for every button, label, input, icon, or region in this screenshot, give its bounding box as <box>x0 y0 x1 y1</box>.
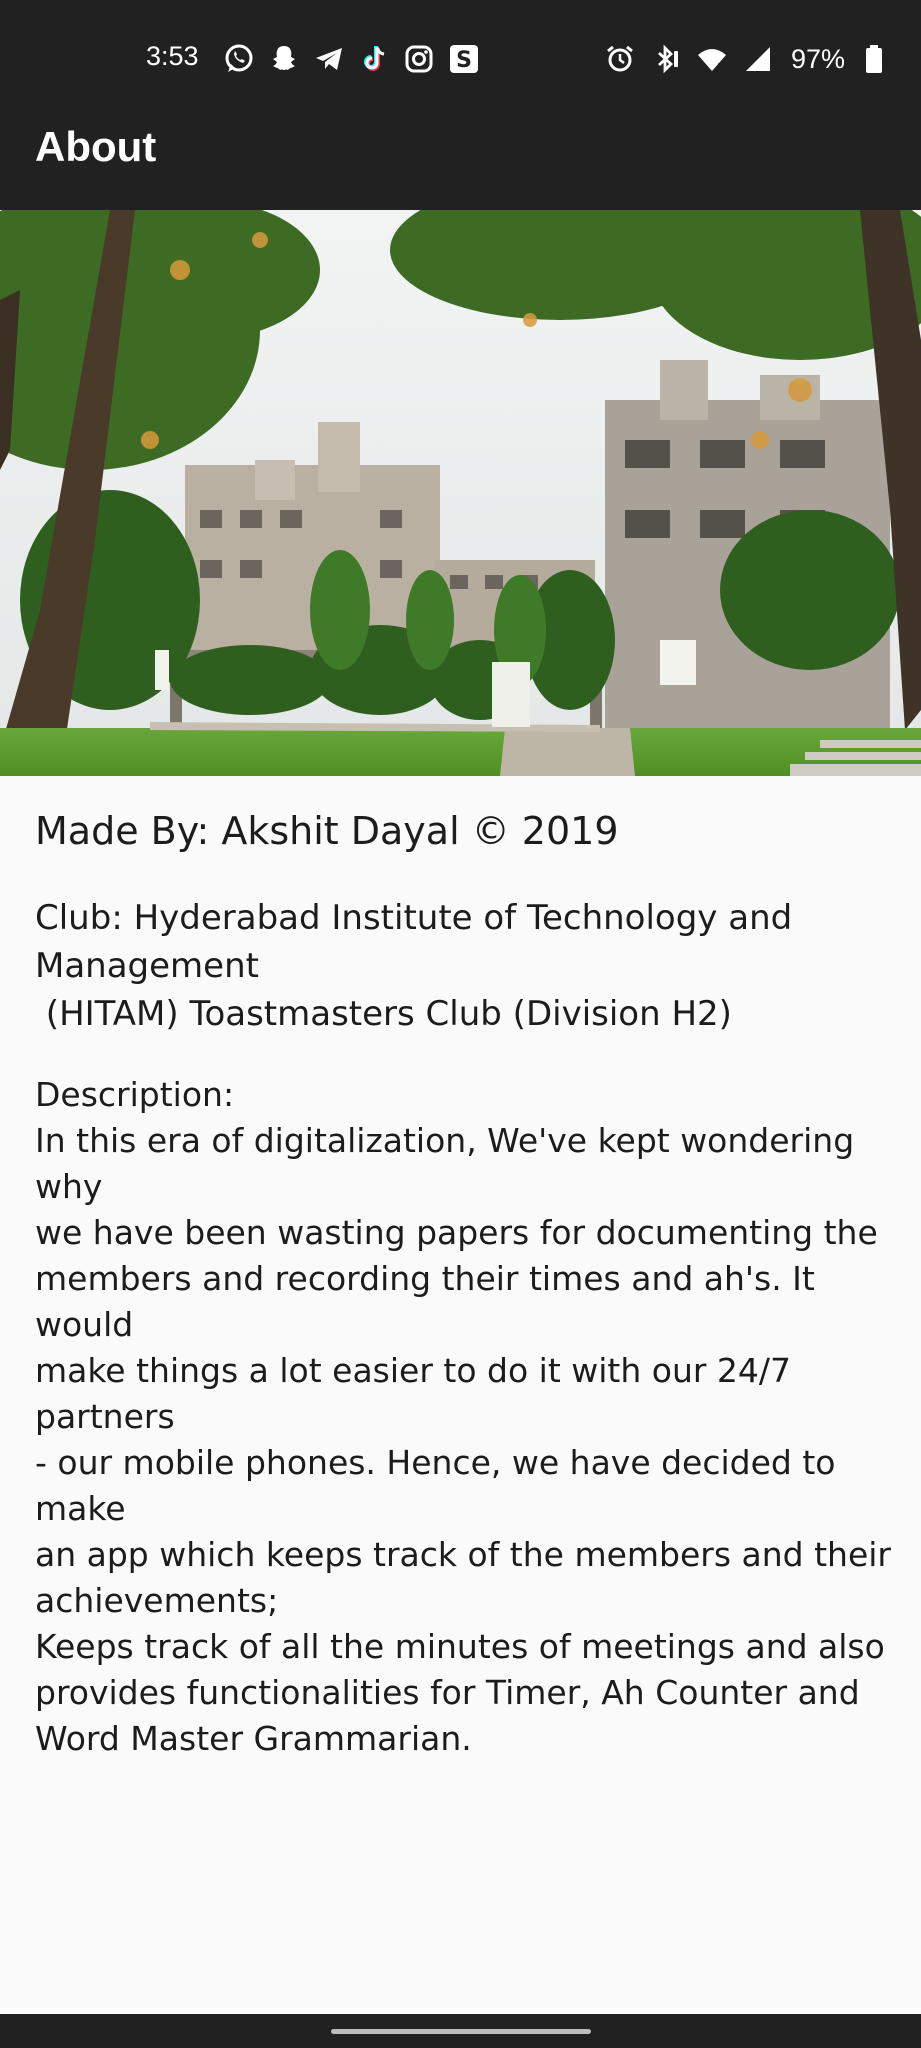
whatsapp-icon <box>222 42 256 76</box>
description-line: In this era of digitalization, We've kep… <box>35 1121 855 1206</box>
campus-photo <box>0 210 921 776</box>
snapchat-icon <box>267 42 301 76</box>
telegram-icon <box>312 42 346 76</box>
svg-text:S: S <box>456 48 472 73</box>
description-line: provides functionalities for Timer, Ah C… <box>35 1673 860 1712</box>
club-line: Management <box>35 946 259 986</box>
description-line: Keeps track of all the minutes of meetin… <box>35 1627 885 1666</box>
system-icons: 97% <box>603 42 891 76</box>
description-line: make things a lot easier to do it with o… <box>35 1351 792 1436</box>
page-title: About <box>35 123 157 170</box>
battery-percent: 97% <box>791 43 846 74</box>
description-line: members and recording their times and ah… <box>35 1259 815 1344</box>
status-time: 3:53 <box>146 41 199 71</box>
signal-icon <box>741 42 775 76</box>
description-line: we have been wasting papers for document… <box>35 1213 878 1252</box>
made-by-text: Made By: Akshit Dayal © 2019 <box>35 809 619 853</box>
status-bar: 3:53 S 97% <box>0 0 921 105</box>
description-line: achievements; <box>35 1581 279 1620</box>
s-app-icon: S <box>447 42 481 76</box>
description-label: Description: <box>35 1075 235 1114</box>
description-line: - our mobile phones. Hence, we have deci… <box>35 1443 836 1528</box>
battery-icon <box>857 42 891 76</box>
alarm-icon <box>603 42 637 76</box>
club-line: (HITAM) Toastmasters Club (Division H2) <box>35 994 732 1034</box>
bluetooth-icon <box>649 42 683 76</box>
notification-icons: S <box>222 42 481 76</box>
wifi-icon <box>695 42 729 76</box>
instagram-icon <box>402 42 436 76</box>
app-bar: About <box>0 105 921 210</box>
about-content: Made By: Akshit Dayal © 2019 Club: Hyder… <box>35 808 915 1762</box>
club-line: Club: Hyderabad Institute of Technology … <box>35 898 793 938</box>
club-text: Club: Hyderabad Institute of Technology … <box>35 894 915 1038</box>
navigation-bar <box>0 2014 921 2048</box>
description-text: Description: In this era of digitalizati… <box>35 1072 915 1762</box>
home-gesture-handle[interactable] <box>331 2029 591 2034</box>
description-line: Word Master Grammarian. <box>35 1719 472 1758</box>
tiktok-icon <box>357 42 391 76</box>
description-line: an app which keeps track of the members … <box>35 1535 892 1574</box>
